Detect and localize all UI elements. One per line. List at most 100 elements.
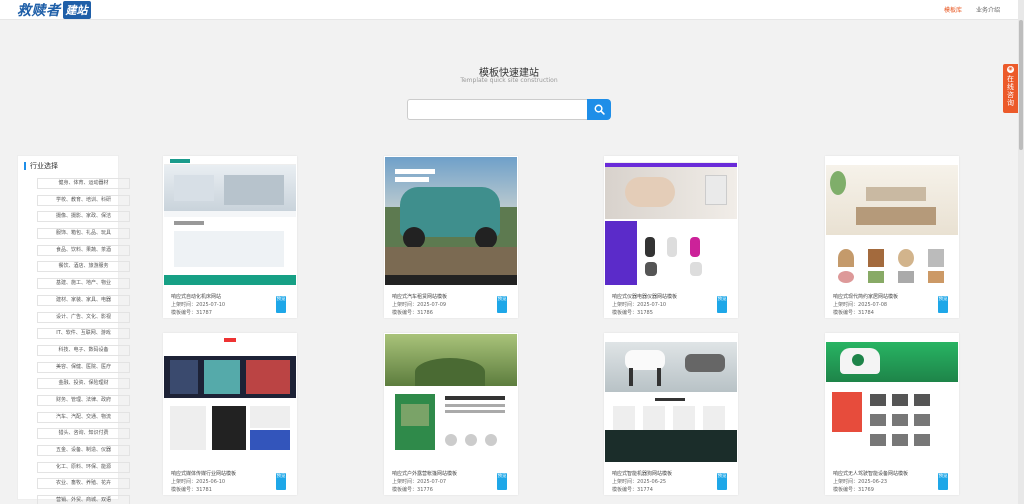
industry-item[interactable]: 美容、保健、医院、医疗 — [37, 361, 130, 373]
template-date: 上架时间：2025-07-07 — [392, 478, 457, 486]
template-card[interactable]: 响应式仪器电器仪器网站模板 上架时间：2025-07-10 模板编号：31785… — [604, 156, 738, 318]
preview-button[interactable]: 预览 — [938, 473, 948, 490]
industry-item[interactable]: IT、软件、互联网、游戏 — [37, 328, 130, 340]
template-thumbnail[interactable] — [605, 157, 737, 285]
sidebar-title: 行业选择 — [24, 162, 58, 170]
industry-item[interactable]: 农业、畜牧、养殖、花卉 — [37, 478, 130, 490]
scroll-thumb[interactable] — [1019, 20, 1023, 150]
template-card[interactable]: 响应式媒体传媒行业网站模板 上架时间：2025-06-10 模板编号：31781… — [163, 333, 297, 495]
template-date: 上架时间：2025-06-10 — [171, 478, 236, 486]
template-id: 模板编号：31776 — [392, 486, 457, 494]
id-value: 31776 — [417, 487, 433, 493]
template-date: 上架时间：2025-07-09 — [392, 301, 447, 309]
preview-button[interactable]: 预览 — [497, 296, 507, 313]
industry-item[interactable]: 设计、广告、文化、影视 — [37, 311, 130, 323]
top-nav: 模板库 业务介绍 — [944, 5, 1000, 14]
search-button[interactable] — [587, 99, 611, 120]
date-value: 2025-07-10 — [196, 302, 226, 308]
date-label: 上架时间： — [612, 302, 638, 308]
id-value: 31787 — [196, 310, 212, 316]
template-id: 模板编号：31781 — [171, 486, 236, 494]
industry-item[interactable]: 健身、体育、运动器材 — [37, 178, 130, 189]
template-info: 响应式媒体传媒行业网站模板 上架时间：2025-06-10 模板编号：31781 — [171, 470, 236, 494]
page-scrollbar[interactable] — [1018, 0, 1024, 504]
template-card[interactable]: 响应式现代简约家居网站模板 上架时间：2025-07-08 模板编号：31784… — [825, 156, 959, 318]
date-label: 上架时间： — [612, 479, 638, 485]
industry-item[interactable]: 建材、家装、家具、电器 — [37, 294, 130, 306]
template-info: 响应式智能机器狗网站模板 上架时间：2025-06-25 模板编号：31774 — [612, 470, 672, 494]
template-thumbnail[interactable] — [605, 334, 737, 462]
search-bar — [407, 99, 611, 120]
date-value: 2025-07-07 — [417, 479, 447, 485]
industry-item[interactable]: 五金、设备、制造、仪器 — [37, 445, 130, 456]
search-icon — [594, 104, 605, 115]
date-label: 上架时间： — [171, 302, 197, 308]
template-id: 模板编号：31785 — [612, 309, 677, 317]
template-id: 模板编号：31787 — [171, 309, 225, 317]
hero-subtitle: Template quick site construction — [460, 77, 558, 84]
nav-template-library[interactable]: 模板库 — [944, 5, 962, 14]
site-logo[interactable]: 救赎者 建站 — [17, 1, 91, 19]
template-id: 模板编号：31786 — [392, 309, 447, 317]
template-name: 响应式自动化机床网站 — [171, 294, 222, 300]
template-card[interactable]: 响应式智能机器狗网站模板 上架时间：2025-06-25 模板编号：31774 … — [604, 333, 738, 495]
template-id: 模板编号：31769 — [833, 486, 908, 494]
id-label: 模板编号： — [392, 487, 418, 493]
preview-button[interactable]: 预览 — [938, 296, 948, 313]
template-thumbnail[interactable] — [826, 157, 958, 285]
template-date: 上架时间：2025-07-10 — [171, 301, 225, 309]
industry-item[interactable]: 汽车、汽配、交通、物流 — [37, 411, 130, 423]
industry-item[interactable]: 财务、管理、法律、政府 — [37, 394, 130, 406]
template-date: 上架时间：2025-06-25 — [612, 478, 672, 486]
template-thumbnail[interactable] — [385, 334, 517, 462]
template-thumbnail[interactable] — [385, 157, 517, 285]
industry-item[interactable]: 基建、施工、地产、物业 — [37, 278, 130, 290]
top-header: 救赎者 建站 模板库 业务介绍 — [0, 0, 1018, 20]
industry-item[interactable]: 化工、原料、环保、能源 — [37, 461, 130, 473]
template-info: 响应式户外露营帐篷网站模板 上架时间：2025-07-07 模板编号：31776 — [392, 470, 457, 494]
industry-item[interactable]: 摄像、摄影、家政、保洁 — [37, 211, 130, 223]
preview-button[interactable]: 预览 — [276, 473, 286, 490]
search-input[interactable] — [407, 99, 587, 120]
template-card[interactable]: 响应式自动化机床网站 上架时间：2025-07-10 模板编号：31787 预览 — [163, 156, 297, 318]
date-value: 2025-06-23 — [858, 479, 888, 485]
industry-item[interactable]: 金融、投资、保险理财 — [37, 378, 130, 390]
date-value: 2025-07-08 — [858, 302, 888, 308]
template-card[interactable]: 响应式无人驾驶智能设备网站模板 上架时间：2025-06-23 模板编号：317… — [825, 333, 959, 495]
template-info: 响应式汽车租赁网站模板 上架时间：2025-07-09 模板编号：31786 — [392, 293, 447, 317]
template-card[interactable]: 响应式户外露营帐篷网站模板 上架时间：2025-07-07 模板编号：31776… — [384, 333, 518, 495]
preview-button[interactable]: 预览 — [497, 473, 507, 490]
id-label: 模板编号： — [171, 487, 197, 493]
template-thumbnail[interactable] — [164, 157, 296, 285]
logo-badge: 建站 — [62, 1, 91, 19]
industry-item[interactable]: 猎头、咨询、知识付费 — [37, 428, 130, 440]
industry-item[interactable]: 学校、教育、培训、科研 — [37, 194, 130, 206]
id-label: 模板编号： — [612, 310, 638, 316]
template-info: 响应式无人驾驶智能设备网站模板 上架时间：2025-06-23 模板编号：317… — [833, 470, 908, 494]
nav-business-intro[interactable]: 业务介绍 — [976, 5, 1000, 14]
industry-item[interactable]: 餐饮、酒店、旅游服务 — [37, 261, 130, 273]
template-info: 响应式自动化机床网站 上架时间：2025-07-10 模板编号：31787 — [171, 293, 225, 317]
template-date: 上架时间：2025-06-23 — [833, 478, 908, 486]
id-label: 模板编号： — [392, 310, 418, 316]
id-value: 31769 — [858, 487, 874, 493]
template-card[interactable]: 响应式汽车租赁网站模板 上架时间：2025-07-09 模板编号：31786 预… — [384, 156, 518, 318]
template-thumbnail[interactable] — [826, 334, 958, 462]
id-label: 模板编号： — [833, 487, 859, 493]
industry-item[interactable]: 服饰、箱包、礼品、玩具 — [37, 228, 130, 240]
preview-button[interactable]: 预览 — [717, 296, 727, 313]
logo-text: 救赎者 — [17, 3, 61, 19]
id-label: 模板编号： — [833, 310, 859, 316]
id-value: 31784 — [858, 310, 874, 316]
date-label: 上架时间： — [833, 302, 859, 308]
industry-item[interactable]: 营销、外贸、商城、双语 — [37, 495, 130, 504]
template-thumbnail[interactable] — [164, 334, 296, 462]
preview-button[interactable]: 预览 — [276, 296, 286, 313]
industry-item[interactable]: 食品、饮料、果蔬、茶酒 — [37, 244, 130, 256]
id-value: 31786 — [417, 310, 433, 316]
industry-item[interactable]: 科技、电子、数码设备 — [37, 344, 130, 356]
template-name: 响应式现代简约家居网站模板 — [833, 294, 899, 300]
date-value: 2025-06-25 — [637, 479, 667, 485]
preview-button[interactable]: 预览 — [717, 473, 727, 490]
template-name: 响应式仪器电器仪器网站模板 — [612, 294, 678, 300]
